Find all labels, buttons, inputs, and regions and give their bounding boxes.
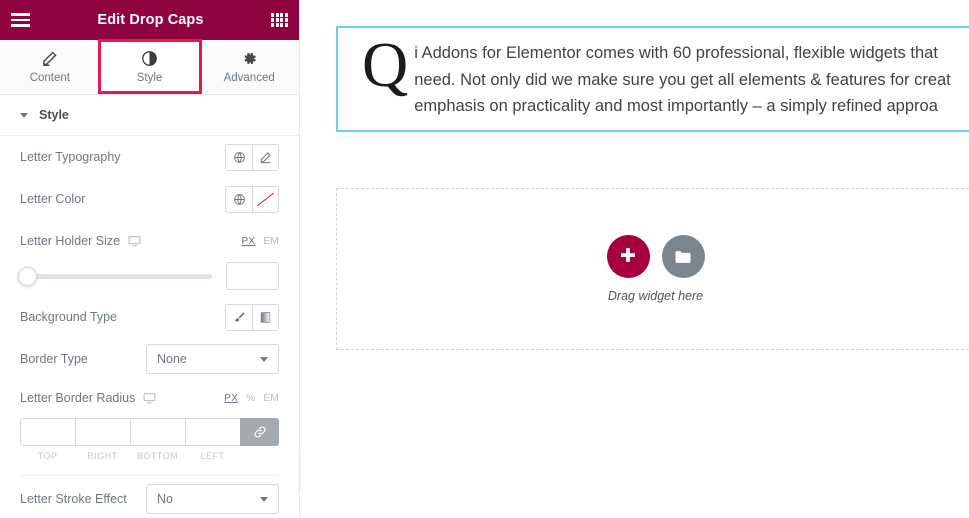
control-background-type: Background Type	[20, 296, 279, 338]
pencil-edit-icon[interactable]	[252, 144, 278, 170]
border-radius-left-input[interactable]	[185, 418, 240, 446]
tab-style-label: Style	[136, 72, 163, 84]
border-type-select[interactable]: None	[146, 344, 279, 374]
tab-style[interactable]: Style	[99, 40, 200, 94]
link-icon[interactable]	[240, 418, 279, 446]
chevron-down-icon	[260, 356, 268, 362]
dropcap-line-2: need. Not only did we make sure you get …	[414, 70, 951, 89]
border-radius-left: LEFT	[185, 418, 240, 461]
globe-icon[interactable]	[226, 144, 252, 170]
letter-border-radius-text: Letter Border Radius	[20, 391, 136, 405]
letter-border-radius-label: Letter Border Radius	[20, 391, 156, 405]
monitor-icon[interactable]	[128, 235, 141, 247]
folder-icon	[675, 250, 691, 263]
border-radius-top: TOP	[20, 418, 75, 461]
letter-typography-buttons	[225, 143, 279, 171]
dropzone-hint-text: Drag widget here	[607, 289, 704, 303]
letter-border-radius-inputs: TOP RIGHT BOTTOM LEFT	[20, 418, 279, 461]
pencil-icon	[41, 50, 58, 67]
color-swatch-button[interactable]	[252, 186, 278, 212]
template-library-button[interactable]	[661, 235, 705, 278]
page-title: Edit Drop Caps	[97, 12, 204, 28]
color-swatch-empty	[253, 186, 278, 212]
letter-stroke-effect-label: Letter Stroke Effect	[20, 492, 127, 506]
dropcap-widget: Q i Addons for Elementor comes with 60 p…	[348, 29, 969, 120]
unit-percent[interactable]: %	[246, 393, 255, 404]
background-type-buttons	[225, 303, 279, 331]
letter-color-label: Letter Color	[20, 192, 86, 206]
letter-typography-label: Letter Typography	[20, 150, 121, 164]
letter-border-radius-units: PX % EM	[224, 393, 279, 404]
border-radius-left-label: LEFT	[200, 451, 225, 461]
letter-stroke-effect-value: No	[157, 492, 173, 506]
editor-panel: Edit Drop Caps Content Style Advanced St…	[0, 0, 300, 518]
monitor-icon[interactable]	[143, 392, 156, 404]
text-widget-selected[interactable]: Q i Addons for Elementor comes with 60 p…	[336, 26, 969, 133]
letter-holder-size-label: Letter Holder Size	[20, 234, 141, 248]
contrast-icon	[141, 50, 158, 67]
border-type-value: None	[157, 352, 187, 366]
preview-canvas: Q i Addons for Elementor comes with 60 p…	[301, 0, 969, 518]
border-radius-right-label: RIGHT	[87, 451, 118, 461]
dropcap-line-1: i Addons for Elementor comes with 60 pro…	[414, 44, 938, 62]
unit-px[interactable]: PX	[241, 236, 255, 247]
control-letter-border-radius: Letter Border Radius PX % EM	[20, 380, 279, 416]
tab-advanced-label: Advanced	[223, 72, 275, 84]
dropcap-line-3: emphasis on practicality and most import…	[414, 97, 938, 116]
section-style-header[interactable]: Style	[0, 95, 299, 136]
grid-icon[interactable]	[271, 13, 288, 27]
unit-em[interactable]: EM	[263, 236, 279, 247]
border-radius-bottom-input[interactable]	[130, 418, 185, 446]
background-type-label: Background Type	[20, 310, 118, 324]
tab-content[interactable]: Content	[0, 40, 100, 94]
gear-icon	[241, 50, 258, 67]
dropzone-buttons: ✚	[606, 235, 705, 278]
letter-holder-size-units: PX EM	[241, 236, 279, 247]
unit-px[interactable]: PX	[224, 393, 238, 404]
style-controls: Letter Typography Letter Color Letter Ho…	[0, 136, 299, 518]
tab-content-label: Content	[29, 72, 70, 84]
plus-icon: ✚	[620, 246, 636, 267]
section-style-title: Style	[39, 108, 69, 122]
dropcap-letter: Q	[362, 29, 409, 100]
control-letter-stroke-effect: Letter Stroke Effect No	[20, 476, 279, 518]
gradient-icon[interactable]	[252, 304, 278, 330]
hamburger-icon[interactable]	[11, 13, 30, 27]
control-border-type: Border Type None	[20, 338, 279, 380]
border-radius-bottom-label: BOTTOM	[136, 451, 179, 461]
widget-dropzone[interactable]: ✚ Drag widget here	[336, 188, 969, 350]
border-type-label: Border Type	[20, 352, 88, 366]
border-radius-top-input[interactable]	[20, 418, 75, 446]
letter-holder-size-input[interactable]	[226, 262, 279, 290]
letter-stroke-effect-select[interactable]: No	[146, 484, 279, 514]
panel-header: Edit Drop Caps	[0, 0, 299, 40]
letter-holder-size-slider-row	[18, 262, 279, 296]
app-root: Edit Drop Caps Content Style Advanced St…	[0, 0, 969, 518]
paint-brush-icon[interactable]	[226, 304, 252, 330]
dropzone-content: ✚ Drag widget here	[337, 189, 969, 349]
globe-icon[interactable]	[226, 186, 252, 212]
control-letter-typography: Letter Typography	[20, 136, 279, 178]
letter-color-buttons	[225, 185, 279, 213]
add-widget-button[interactable]: ✚	[606, 235, 650, 278]
chevron-down-icon	[260, 496, 268, 502]
panel-tabs: Content Style Advanced	[0, 39, 299, 95]
control-letter-holder-size: Letter Holder Size PX EM	[20, 220, 279, 262]
tab-advanced[interactable]: Advanced	[199, 40, 299, 94]
letter-holder-size-text: Letter Holder Size	[20, 234, 121, 248]
dropcap-body-text: i Addons for Elementor comes with 60 pro…	[414, 36, 951, 120]
chevron-down-icon	[20, 112, 28, 118]
control-letter-color: Letter Color	[20, 178, 279, 220]
border-radius-bottom: BOTTOM	[130, 418, 185, 461]
border-radius-top-label: TOP	[37, 451, 58, 461]
unit-em[interactable]: EM	[263, 393, 279, 404]
slider-track	[20, 273, 212, 279]
border-radius-right-input[interactable]	[75, 418, 130, 446]
border-radius-right: RIGHT	[75, 418, 130, 461]
slider-thumb[interactable]	[18, 266, 37, 286]
letter-holder-size-slider[interactable]	[18, 266, 212, 286]
